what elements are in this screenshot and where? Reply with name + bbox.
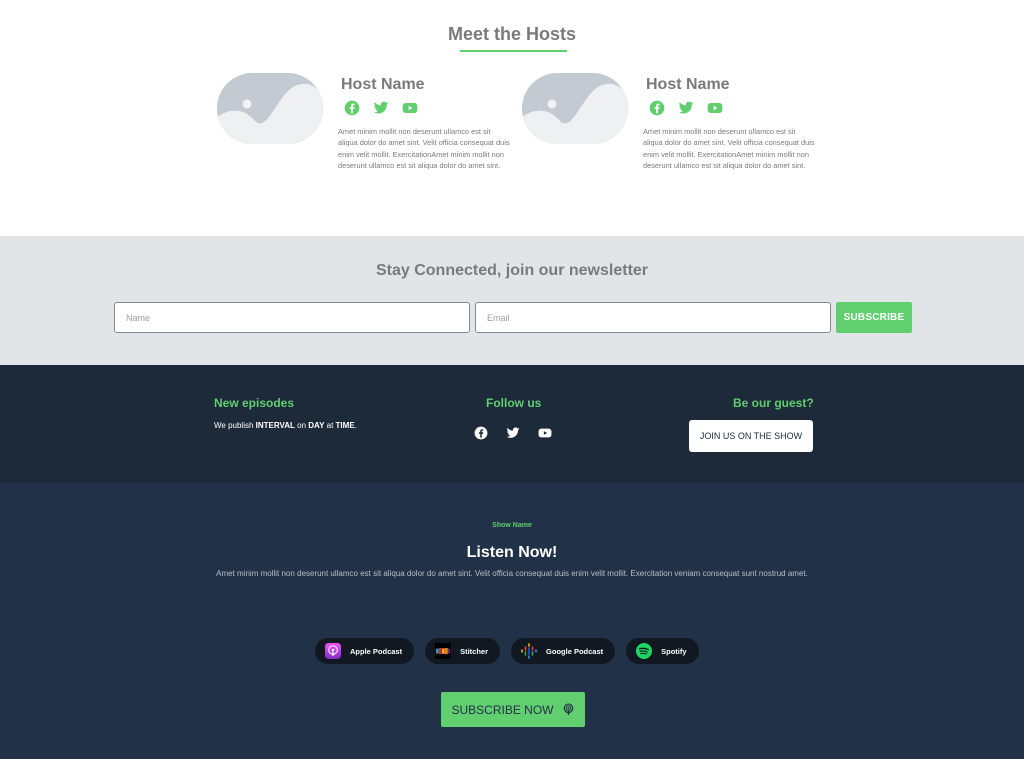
host-bio: Amet minim mollit non deserunt ullamco e…: [338, 127, 510, 171]
facebook-icon[interactable]: [344, 100, 360, 116]
schedule-prefix: We publish: [214, 421, 256, 430]
schedule-day: DAY: [308, 421, 325, 430]
listen-description: Amet minim mollit non deserunt ullamco e…: [216, 569, 808, 578]
host-bio: Amet minim mollit non deserunt ullamco e…: [643, 127, 815, 171]
info-band: New episodes We publish INTERVAL on DAY …: [0, 365, 1024, 483]
twitter-icon[interactable]: [373, 100, 389, 116]
newsletter-section: Stay Connected, join our newsletter SUBS…: [0, 236, 1024, 365]
follow-us-heading: Follow us: [486, 396, 542, 410]
spotify-icon: [636, 643, 653, 659]
schedule-time: TIME: [335, 421, 355, 430]
host-image-placeholder: [522, 73, 628, 144]
subscribe-button[interactable]: SUBSCRIBE: [836, 302, 912, 333]
host-socials: [344, 100, 418, 116]
youtube-icon[interactable]: [402, 100, 418, 116]
youtube-icon[interactable]: [538, 426, 552, 440]
publish-schedule: We publish INTERVAL on DAY at TIME.: [214, 421, 357, 430]
host-image-placeholder: [217, 73, 323, 144]
host-card: Host Name Amet minim mollit non deserunt…: [217, 72, 517, 192]
google-podcast-icon: [521, 643, 537, 659]
stitcher-icon: [435, 643, 452, 659]
schedule-at: at: [324, 421, 336, 430]
follow-socials: [474, 426, 552, 440]
schedule-suffix: .: [354, 421, 357, 430]
facebook-icon[interactable]: [649, 100, 665, 116]
image-placeholder-icon: [217, 73, 323, 144]
apple-podcast-label: Apple Podcast: [350, 646, 403, 656]
email-input[interactable]: [475, 302, 831, 333]
newsletter-title: Stay Connected, join our newsletter: [375, 262, 649, 279]
apple-podcast-icon: [325, 643, 341, 659]
join-show-button[interactable]: JOIN US ON THE SHOW: [689, 420, 813, 452]
spotify-link[interactable]: Spotify: [626, 638, 699, 664]
podcast-icon: [563, 703, 573, 716]
image-placeholder-icon: [522, 73, 628, 144]
listen-title: Listen Now!: [466, 544, 558, 561]
subscribe-now-label: SUBSCRIBE NOW: [451, 702, 554, 717]
title-underline: [460, 50, 567, 52]
platform-links: Apple Podcast Stitcher Google Podcast Sp…: [315, 638, 699, 664]
twitter-icon[interactable]: [506, 426, 520, 440]
youtube-icon[interactable]: [707, 100, 723, 116]
listen-section: Show Name Listen Now! Amet minim mollit …: [0, 483, 1024, 759]
host-name: Host Name: [341, 76, 425, 93]
spotify-label: Spotify: [661, 646, 687, 656]
host-card: Host Name Amet minim mollit non deserunt…: [522, 72, 822, 192]
apple-podcast-link[interactable]: Apple Podcast: [315, 638, 415, 664]
facebook-icon[interactable]: [474, 426, 488, 440]
name-input[interactable]: [114, 302, 470, 333]
subscribe-now-button[interactable]: SUBSCRIBE NOW: [441, 692, 585, 727]
host-name: Host Name: [646, 76, 730, 93]
show-name: Show Name: [492, 522, 532, 529]
twitter-icon[interactable]: [678, 100, 694, 116]
hosts-title: Meet the Hosts: [447, 24, 577, 44]
guest-heading: Be our guest?: [733, 396, 814, 410]
stitcher-link[interactable]: Stitcher: [425, 638, 501, 664]
google-podcast-label: Google Podcast: [546, 646, 604, 656]
page-bottom: [0, 759, 1024, 770]
schedule-interval: INTERVAL: [255, 421, 295, 430]
new-episodes-heading: New episodes: [214, 396, 295, 410]
google-podcast-link[interactable]: Google Podcast: [511, 638, 616, 664]
hosts-section: Meet the Hosts Host Name Amet minim moll…: [0, 0, 1024, 236]
stitcher-label: Stitcher: [460, 646, 489, 656]
host-socials: [649, 100, 723, 116]
schedule-on: on: [294, 421, 309, 430]
